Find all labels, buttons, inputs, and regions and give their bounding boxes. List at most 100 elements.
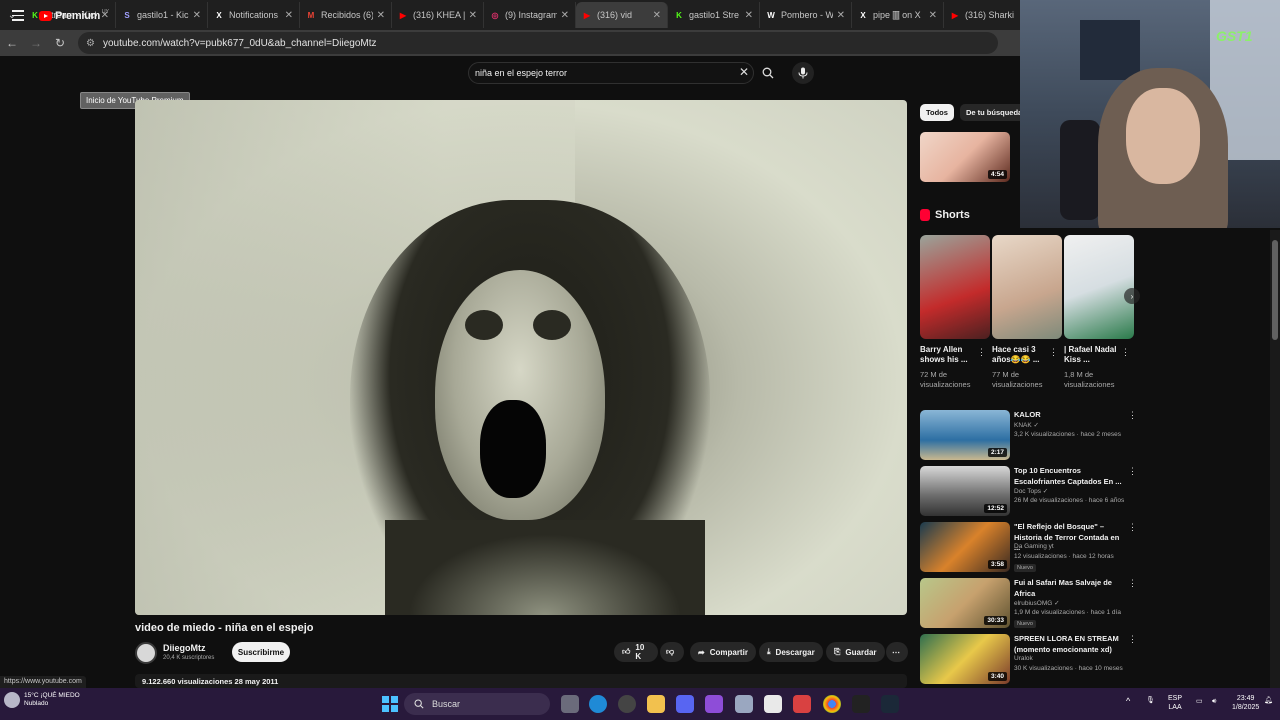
browser-tab[interactable]: W Pombero - W ✕ — [760, 2, 852, 28]
app-icon[interactable] — [735, 695, 753, 713]
menu-icon[interactable] — [12, 10, 24, 24]
short-more-icon[interactable]: ⋮ — [1121, 347, 1130, 358]
subscribe-button[interactable]: Suscribirme — [232, 642, 290, 662]
more-icon[interactable]: ⋮ — [1128, 634, 1137, 645]
chrome-icon[interactable] — [823, 695, 841, 713]
save-button[interactable]: ⎘ Guardar — [826, 642, 885, 662]
video-description-box[interactable]: 9.122.660 visualizaciones 28 may 2011 — [135, 674, 907, 688]
more-icon[interactable]: ⋮ — [1128, 522, 1137, 533]
video-thumbnail[interactable]: 30:33 — [920, 578, 1010, 628]
clock[interactable]: 23:49 1/8/2025 — [1232, 694, 1259, 712]
more-icon[interactable]: ⋮ — [1128, 466, 1137, 477]
short-title[interactable]: | Rafael Nadal Kiss ... — [1064, 345, 1122, 365]
top-video-thumbnail[interactable]: 4:54 — [920, 132, 1010, 182]
tray-expand-icon[interactable]: ^ — [1126, 697, 1130, 706]
short-title[interactable]: Hace casi 3 años😂😂 ... — [992, 345, 1050, 365]
short-title[interactable]: Barry Allen shows his ... — [920, 345, 978, 365]
tab-close-icon[interactable]: ✕ — [285, 10, 293, 21]
discord-icon[interactable] — [676, 695, 694, 713]
video-title[interactable]: SPREEN LLORA EN STREAM (momento emociona… — [1014, 634, 1122, 655]
tab-close-icon[interactable]: ✕ — [377, 10, 385, 21]
video-thumbnail[interactable]: 3:58 — [920, 522, 1010, 572]
tab-close-icon[interactable]: ✕ — [561, 10, 569, 21]
notifications-icon[interactable]: 🔔︎ — [1264, 696, 1273, 705]
short-more-icon[interactable]: ⋮ — [977, 347, 986, 358]
volume-icon[interactable]: 🔊︎ — [1212, 697, 1216, 706]
network-icon[interactable]: 🎙︎ — [1146, 696, 1155, 705]
browser-tab[interactable]: Sgastilo1 - Kick ✕ — [116, 2, 208, 28]
short-thumbnail[interactable] — [920, 235, 990, 339]
capcut-icon[interactable] — [852, 695, 870, 713]
channel-name[interactable]: Doc Tops ✓ — [1014, 487, 1048, 495]
video-thumbnail[interactable]: 2:17 — [920, 410, 1010, 460]
page-scrollbar[interactable] — [1270, 230, 1280, 690]
tab-close-icon[interactable]: ✕ — [469, 10, 477, 21]
dislike-button[interactable]: 👎︎ — [660, 642, 684, 662]
channel-avatar[interactable] — [135, 642, 157, 664]
language-indicator[interactable]: ESP LAA — [1168, 694, 1182, 712]
search-button[interactable] — [756, 62, 780, 84]
browser-tab[interactable]: M Recibidos (6) ✕ — [300, 2, 392, 28]
youtube-premium-logo[interactable]: Premium UY — [39, 9, 109, 22]
video-thumbnail[interactable]: 12:52 — [920, 466, 1010, 516]
tab-close-icon[interactable]: ✕ — [929, 10, 937, 21]
recommended-video[interactable]: 12:52 Top 10 Encuentros Escalofriantes Ca… — [920, 466, 1140, 518]
clear-search-icon[interactable]: ✕ — [739, 65, 749, 79]
tab-close-icon[interactable]: ✕ — [837, 10, 845, 21]
more-icon[interactable]: ⋮ — [1128, 578, 1137, 589]
app-icon[interactable] — [705, 695, 723, 713]
tab-close-icon[interactable]: ✕ — [653, 10, 661, 21]
app-icon[interactable] — [793, 695, 811, 713]
browser-tab[interactable]: X Notifications ✕ — [208, 2, 300, 28]
short-more-icon[interactable]: ⋮ — [1049, 347, 1058, 358]
reload-icon[interactable]: ↻ — [48, 36, 72, 50]
short-thumbnail[interactable] — [1064, 235, 1134, 339]
video-title[interactable]: Fui al Safari Mas Salvaje de Africa — [1014, 578, 1122, 599]
browser-tab[interactable]: ◎ (9) Instagram ✕ — [484, 2, 576, 28]
short-thumbnail[interactable] — [992, 235, 1062, 339]
recommended-video[interactable]: 3:58 "El Reflejo del Bosque" – Historia d… — [920, 522, 1140, 574]
steam-icon[interactable] — [881, 695, 899, 713]
weather-widget[interactable]: 15°C ¡QUÉ MIEDO Nublado — [4, 692, 80, 708]
url-field[interactable]: ⚙ youtube.com/watch?v=pubk677_0dU&ab_cha… — [78, 32, 998, 54]
windows-start-icon[interactable] — [382, 696, 398, 712]
store-icon[interactable] — [764, 695, 782, 713]
wifi-icon[interactable]: ▭ — [1196, 697, 1203, 706]
file-explorer-icon[interactable] — [647, 695, 665, 713]
browser-tab[interactable]: Xpipe 🀫 on X ✕ — [852, 2, 944, 28]
video-title[interactable]: Top 10 Encuentros Escalofriantes Captado… — [1014, 466, 1122, 487]
video-thumbnail[interactable]: 3:40 — [920, 634, 1010, 684]
recommended-video[interactable]: 30:33 Fui al Safari Mas Salvaje de Africa… — [920, 578, 1140, 630]
channel-name[interactable]: KNAK ✓ — [1014, 421, 1039, 429]
tab-close-icon[interactable]: ✕ — [193, 10, 201, 21]
channel-name[interactable]: elrubiusOMG ✓ — [1014, 599, 1060, 607]
shorts-next-arrow-icon[interactable]: › — [1124, 288, 1140, 304]
like-button[interactable]: 👍︎ 10 K — [614, 642, 658, 662]
browser-tab[interactable]: Kgastilo1 Stre ✕ — [668, 2, 760, 28]
chip-todos[interactable]: Todos — [920, 104, 954, 121]
search-input[interactable]: niña en el espejo terror ✕ — [468, 62, 754, 84]
video-player[interactable] — [135, 100, 907, 615]
browser-tab[interactable]: ▶ (316) vid ✕ — [576, 2, 668, 28]
chip-de-tu-busqueda[interactable]: De tu búsqueda — [959, 104, 1029, 121]
task-view-icon[interactable] — [561, 695, 579, 713]
channel-name[interactable]: Da Gaming yt — [1014, 543, 1054, 550]
browser-tab[interactable]: ▶ (316) KHEA | ✕ — [392, 2, 484, 28]
recommended-video[interactable]: 3:40 SPREEN LLORA EN STREAM (momento emoc… — [920, 634, 1140, 686]
video-title[interactable]: KALOR — [1014, 410, 1122, 421]
edge-icon[interactable] — [589, 695, 607, 713]
share-button[interactable]: ➦ Compartir — [690, 642, 756, 662]
more-actions-button[interactable]: ⋯ — [886, 642, 908, 662]
voice-search-button[interactable] — [792, 62, 814, 84]
forward-icon[interactable]: → — [24, 36, 48, 50]
site-info-icon[interactable]: ⚙ — [86, 38, 95, 49]
channel-name[interactable]: DiiegoMtz — [163, 643, 206, 653]
tab-close-icon[interactable]: ✕ — [745, 10, 753, 21]
taskbar-search[interactable]: Buscar — [404, 693, 550, 715]
more-icon[interactable]: ⋮ — [1128, 410, 1137, 421]
obs-icon[interactable] — [618, 695, 636, 713]
download-button[interactable]: ⤓ Descargar — [759, 642, 823, 662]
channel-name[interactable]: Uralok — [1014, 655, 1033, 662]
back-icon[interactable]: ← — [0, 36, 24, 50]
recommended-video[interactable]: 2:17 KALOR KNAK ✓ 3,2 K visualizaciones · h… — [920, 410, 1140, 462]
